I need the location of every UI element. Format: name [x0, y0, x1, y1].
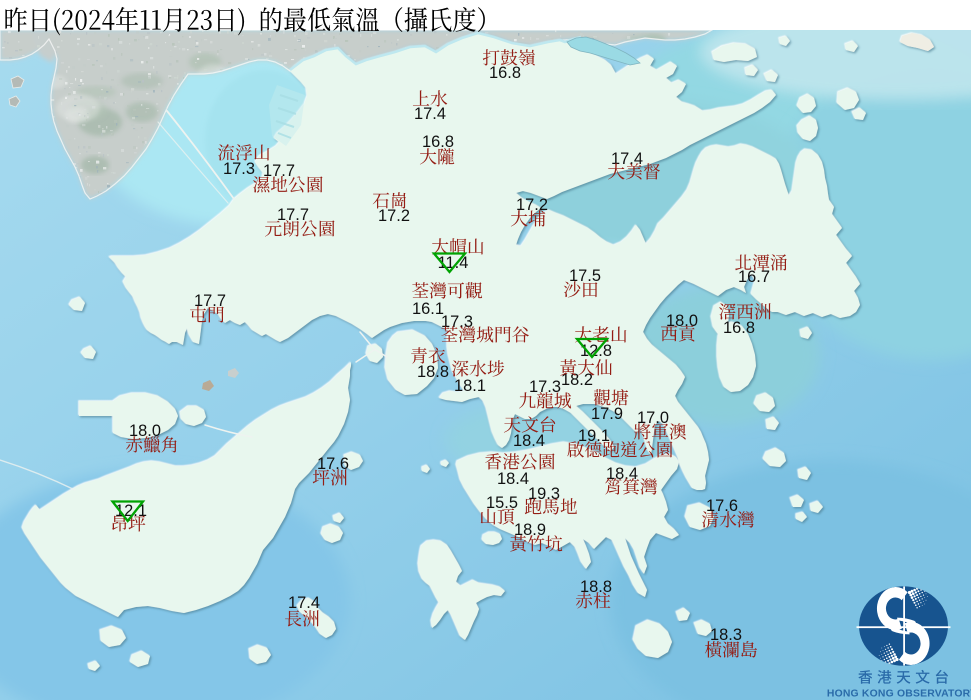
svg-text:18.4: 18.4 — [497, 470, 529, 488]
svg-text:16.1: 16.1 — [412, 300, 444, 318]
svg-text:18.3: 18.3 — [710, 626, 742, 644]
svg-text:17.4: 17.4 — [414, 105, 446, 123]
svg-text:17.7: 17.7 — [194, 292, 226, 310]
svg-text:17.3: 17.3 — [529, 378, 561, 396]
svg-text:18.8: 18.8 — [417, 363, 449, 381]
svg-text:18.9: 18.9 — [514, 521, 546, 539]
svg-text:16.8: 16.8 — [489, 64, 521, 82]
svg-text:18.4: 18.4 — [513, 432, 545, 450]
svg-text:17.5: 17.5 — [569, 267, 601, 285]
svg-text:HONG KONG OBSERVATORY: HONG KONG OBSERVATORY — [827, 689, 971, 700]
svg-text:17.7: 17.7 — [277, 206, 309, 224]
svg-text:18.1: 18.1 — [454, 377, 486, 395]
svg-text:17.3: 17.3 — [223, 160, 255, 178]
svg-text:17.0: 17.0 — [637, 409, 669, 427]
svg-text:16.8: 16.8 — [723, 319, 755, 337]
svg-text:19.1: 19.1 — [578, 427, 610, 445]
svg-text:17.6: 17.6 — [706, 497, 738, 515]
svg-text:17.4: 17.4 — [288, 594, 320, 612]
svg-text:16.7: 16.7 — [738, 268, 770, 286]
svg-text:19.3: 19.3 — [528, 485, 560, 503]
svg-text:17.2: 17.2 — [378, 207, 410, 225]
svg-text:16.8: 16.8 — [422, 133, 454, 151]
svg-text:17.9: 17.9 — [591, 405, 623, 423]
svg-text:18.8: 18.8 — [580, 578, 612, 596]
